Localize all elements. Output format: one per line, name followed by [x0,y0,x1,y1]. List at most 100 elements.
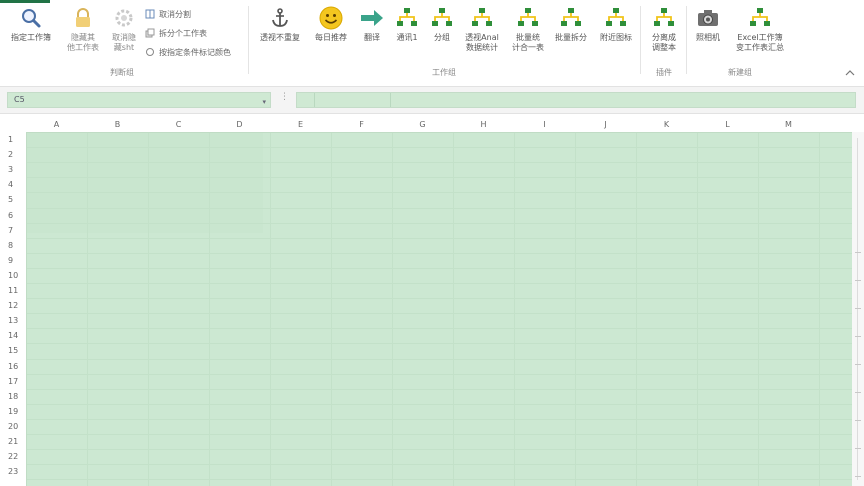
group-button[interactable]: 分组 [426,6,458,43]
column-header-j[interactable]: J [575,118,636,132]
name-box[interactable]: C5 ▾ [7,92,271,108]
gridline [27,403,852,405]
row-header-22[interactable]: 22 [0,449,24,464]
row-header-7[interactable]: 7 [0,223,24,238]
row-header-1[interactable]: 1 [0,132,24,147]
gridline [27,192,852,194]
gridline [27,388,852,390]
column-header-g[interactable]: G [392,118,453,132]
view-workbook-button[interactable]: 指定工作簿 [8,6,54,43]
column-header-l[interactable]: L [697,118,758,132]
mark-color-button[interactable]: 按指定条件标记颜色 [145,46,231,58]
scroll-tick [855,280,861,281]
row-header-17[interactable]: 17 [0,374,24,389]
cell-grid[interactable] [26,132,852,486]
resize-handle[interactable]: ⋮ [280,92,289,102]
gridline [27,358,852,360]
merge-stats-button[interactable]: 批量统 计合一表 [506,6,550,53]
gridline [27,298,852,300]
row-header-16[interactable]: 16 [0,359,24,374]
row-header-14[interactable]: 14 [0,328,24,343]
formula-input[interactable] [296,92,856,108]
pivot-stats-button[interactable]: 透视Anal 数据统计 [460,6,504,53]
row-header-8[interactable]: 8 [0,238,24,253]
column-header-k[interactable]: K [636,118,697,132]
row-header-9[interactable]: 9 [0,253,24,268]
gridline [27,418,852,420]
hide-other-sheets-button[interactable]: 隐藏其 他工作表 [60,6,106,53]
column-header-b[interactable]: B [87,118,148,132]
camera-button[interactable]: 照相机 [688,6,728,43]
hierarchy-icon [652,6,676,30]
batch-split-button[interactable]: 批量拆分 [550,6,592,43]
row-header-23[interactable]: 23 [0,464,24,479]
unhide-sheets-button[interactable]: 取消隐 藏sht [102,6,146,53]
arrow-right-icon [360,6,384,30]
row-header-4[interactable]: 4 [0,177,24,192]
column-header-m[interactable]: M [758,118,819,132]
row-headers: 1 2 3 4 5 6 7 8 9 10 11 12 13 14 15 16 17 18 19 20 21 22 23 [0,132,26,486]
row-header-18[interactable]: 18 [0,389,24,404]
row-header-20[interactable]: 20 [0,419,24,434]
row-header-5[interactable]: 5 [0,192,24,207]
row-header-6[interactable]: 6 [0,208,24,223]
magnifier-icon [19,6,43,30]
group-label-new: 新建组 [728,68,752,77]
group-separator [686,6,687,74]
separate-adjust-button[interactable]: 分离成 调整本 [644,6,684,53]
hierarchy-icon [430,6,454,30]
column-header-f[interactable]: F [331,118,392,132]
chevron-down-icon[interactable]: ▾ [262,95,266,109]
row-header-19[interactable]: 19 [0,404,24,419]
column-header-a[interactable]: A [26,118,87,132]
merge-workbooks-button[interactable]: Excel工作簿 变工作表汇总 [728,6,792,53]
sheets-icon [145,28,155,38]
gridline [27,479,852,481]
gridline [27,283,852,284]
nearby-icon-button[interactable]: 附近图标 [594,6,638,43]
hierarchy-icon [604,6,628,30]
translate-button[interactable]: 翻译 [356,6,388,43]
row-header-2[interactable]: 2 [0,147,24,162]
worksheet: ABCDEFGHIJKLM 1 2 3 4 5 6 7 8 9 10 11 12 13 14 15 16 17 1… [0,118,864,486]
group-label-plugin: 插件 [656,68,672,77]
column-header-i[interactable]: I [514,118,575,132]
row-header-15[interactable]: 15 [0,343,24,358]
daily-recommend-button[interactable]: 每日推荐 [308,6,354,43]
gridline [27,222,852,224]
scroll-tick [855,420,861,421]
row-header-11[interactable]: 11 [0,283,24,298]
column-header-e[interactable]: E [270,118,331,132]
gridline [27,177,852,179]
lock-icon [71,6,95,30]
contact-button[interactable]: 通讯1 [390,6,424,43]
split-sheets-button[interactable]: 拆分个工作表 [145,27,207,39]
split-icon [145,9,155,19]
row-header-13[interactable]: 13 [0,313,24,328]
scroll-tick [855,364,861,365]
scroll-tick [855,448,861,449]
row-header-21[interactable]: 21 [0,434,24,449]
gridline [27,237,852,239]
camera-icon [696,6,720,30]
vertical-scrollbar[interactable] [852,132,864,486]
row-header-12[interactable]: 12 [0,298,24,313]
gridline [27,328,852,330]
row-header-3[interactable]: 3 [0,162,24,177]
ribbon: 指定工作簿 隐藏其 他工作表 取消隐 藏sht 取消分割 拆分个工作表 按指定条… [0,0,864,84]
collapse-ribbon-button[interactable] [844,68,856,78]
pivot-unique-button[interactable]: 透视不重复 [254,6,306,43]
chevron-up-icon [845,70,855,76]
gridline [27,449,852,451]
excel-window: 指定工作簿 隐藏其 他工作表 取消隐 藏sht 取消分割 拆分个工作表 按指定条… [0,0,864,486]
gear-icon [112,6,136,30]
column-header-h[interactable]: H [453,118,514,132]
scroll-tick [855,308,861,309]
unsplit-button[interactable]: 取消分割 [145,8,191,20]
gridline [27,464,852,466]
row-header-10[interactable]: 10 [0,268,24,283]
group-separator [248,6,249,74]
column-header-c[interactable]: C [148,118,209,132]
scroll-tick [855,252,861,253]
column-header-d[interactable]: D [209,118,270,132]
